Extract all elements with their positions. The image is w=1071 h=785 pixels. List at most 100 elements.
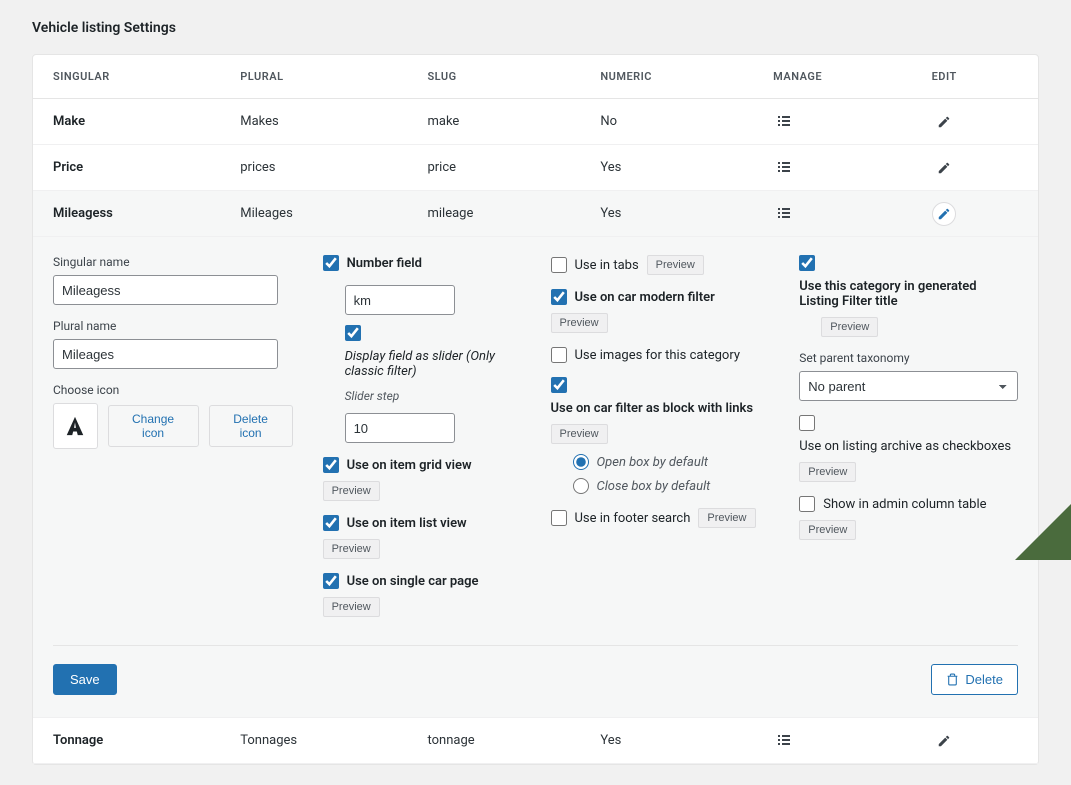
slider-step-input[interactable] — [345, 413, 455, 443]
cell-slug: mileage — [427, 206, 600, 221]
edit-icon[interactable] — [932, 202, 956, 226]
single-page-checkbox[interactable] — [323, 573, 339, 589]
cell-slug: make — [427, 114, 600, 129]
pencil-icon — [937, 734, 951, 748]
choose-icon-label: Choose icon — [53, 383, 293, 397]
delete-button[interactable]: Delete — [931, 664, 1018, 695]
block-links-checkbox[interactable] — [551, 377, 567, 393]
panel-actions: Save Delete — [53, 645, 1018, 695]
preview-button[interactable]: Preview — [323, 539, 380, 559]
edit-icon[interactable] — [932, 110, 956, 134]
number-field-label: Number field — [347, 256, 422, 271]
preview-button[interactable]: Preview — [647, 255, 704, 275]
filter-title-checkbox[interactable] — [799, 255, 815, 271]
col-manage: MANAGE — [773, 70, 931, 83]
manage-icon[interactable] — [773, 202, 797, 226]
modern-filter-checkbox[interactable] — [551, 289, 567, 305]
list-icon — [778, 161, 792, 175]
list-icon — [778, 115, 792, 129]
cell-slug: price — [427, 160, 600, 175]
footer-search-checkbox[interactable] — [551, 510, 567, 526]
cell-numeric: Yes — [600, 206, 773, 221]
admin-column-label: Show in admin column table — [823, 497, 986, 512]
use-images-label: Use images for this category — [575, 348, 741, 363]
panel-col-number: Number field Display field as slider (On… — [323, 255, 521, 617]
col-slug: SLUG — [427, 70, 600, 83]
settings-table: SINGULAR PLURAL SLUG NUMERIC MANAGE EDIT… — [32, 54, 1039, 765]
preview-button[interactable]: Preview — [698, 508, 755, 528]
admin-column-checkbox[interactable] — [799, 496, 815, 512]
pencil-icon — [937, 161, 951, 175]
slider-step-label: Slider step — [345, 389, 521, 403]
pencil-icon — [937, 115, 951, 129]
use-tabs-checkbox[interactable] — [551, 257, 567, 273]
preview-button[interactable]: Preview — [323, 597, 380, 617]
preview-button[interactable]: Preview — [799, 520, 856, 540]
list-view-label: Use on item list view — [347, 516, 467, 531]
display-slider-label: Display field as slider (Only classic fi… — [345, 349, 521, 379]
change-icon-button[interactable]: Change icon — [108, 405, 199, 447]
panel-col-usage: Use in tabs Preview Use on car modern fi… — [551, 255, 770, 617]
table-row: Make Makes make No — [33, 99, 1038, 145]
edit-panel: Singular name Plural name Choose icon — [33, 237, 1038, 718]
plural-name-input[interactable] — [53, 339, 278, 369]
cell-plural: Mileages — [240, 206, 427, 221]
corner-decoration — [1015, 504, 1071, 560]
footer-search-label: Use in footer search — [575, 511, 691, 526]
edit-icon[interactable] — [932, 156, 956, 180]
col-numeric: NUMERIC — [600, 70, 773, 83]
manage-icon[interactable] — [773, 110, 797, 134]
page-title: Vehicle listing Settings — [32, 20, 1039, 36]
list-icon — [778, 207, 792, 221]
edit-icon[interactable] — [932, 729, 956, 753]
table-row: Mileagess Mileages mileage Yes — [33, 191, 1038, 237]
manage-icon[interactable] — [773, 156, 797, 180]
unit-input[interactable] — [345, 285, 455, 315]
preview-button[interactable]: Preview — [551, 424, 608, 444]
cell-plural: Tonnages — [240, 733, 427, 748]
number-field-checkbox[interactable] — [323, 255, 339, 271]
panel-col-right: Use this category in generated Listing F… — [799, 255, 1018, 617]
cell-numeric: Yes — [600, 160, 773, 175]
cell-singular: Price — [53, 160, 240, 175]
archive-checkboxes-label: Use on listing archive as checkboxes — [799, 439, 1011, 454]
preview-button[interactable]: Preview — [799, 462, 856, 482]
singular-name-input[interactable] — [53, 275, 278, 305]
cell-singular: Tonnage — [53, 733, 240, 748]
cell-singular: Mileagess — [53, 206, 240, 221]
grid-view-checkbox[interactable] — [323, 457, 339, 473]
use-tabs-label: Use in tabs — [575, 258, 639, 273]
col-edit: EDIT — [932, 70, 1018, 83]
modern-filter-label: Use on car modern filter — [575, 290, 715, 305]
parent-taxonomy-select[interactable]: No parent — [799, 371, 1018, 401]
cell-plural: Makes — [240, 114, 427, 129]
cell-singular: Make — [53, 114, 240, 129]
list-view-checkbox[interactable] — [323, 515, 339, 531]
list-icon — [778, 734, 792, 748]
manage-icon[interactable] — [773, 729, 797, 753]
archive-checkboxes-checkbox[interactable] — [799, 415, 815, 431]
table-row: Tonnage Tonnages tonnage Yes — [33, 718, 1038, 764]
road-icon — [64, 415, 86, 437]
col-plural: PLURAL — [240, 70, 427, 83]
col-singular: SINGULAR — [53, 70, 240, 83]
cell-numeric: Yes — [600, 733, 773, 748]
parent-taxonomy-label: Set parent taxonomy — [799, 351, 1018, 365]
use-images-checkbox[interactable] — [551, 347, 567, 363]
block-links-label: Use on car filter as block with links — [551, 401, 754, 416]
preview-button[interactable]: Preview — [551, 313, 608, 333]
save-button[interactable]: Save — [53, 664, 117, 695]
close-box-label: Close box by default — [597, 479, 711, 494]
cell-slug: tonnage — [427, 733, 600, 748]
plural-name-label: Plural name — [53, 319, 293, 333]
delete-icon-button[interactable]: Delete icon — [209, 405, 293, 447]
singular-name-label: Singular name — [53, 255, 293, 269]
display-slider-checkbox[interactable] — [345, 325, 361, 341]
preview-button[interactable]: Preview — [821, 317, 878, 337]
single-page-label: Use on single car page — [347, 574, 479, 589]
open-box-radio[interactable] — [573, 454, 589, 470]
table-header: SINGULAR PLURAL SLUG NUMERIC MANAGE EDIT — [33, 55, 1038, 99]
close-box-radio[interactable] — [573, 478, 589, 494]
preview-button[interactable]: Preview — [323, 481, 380, 501]
icon-preview — [53, 403, 98, 449]
